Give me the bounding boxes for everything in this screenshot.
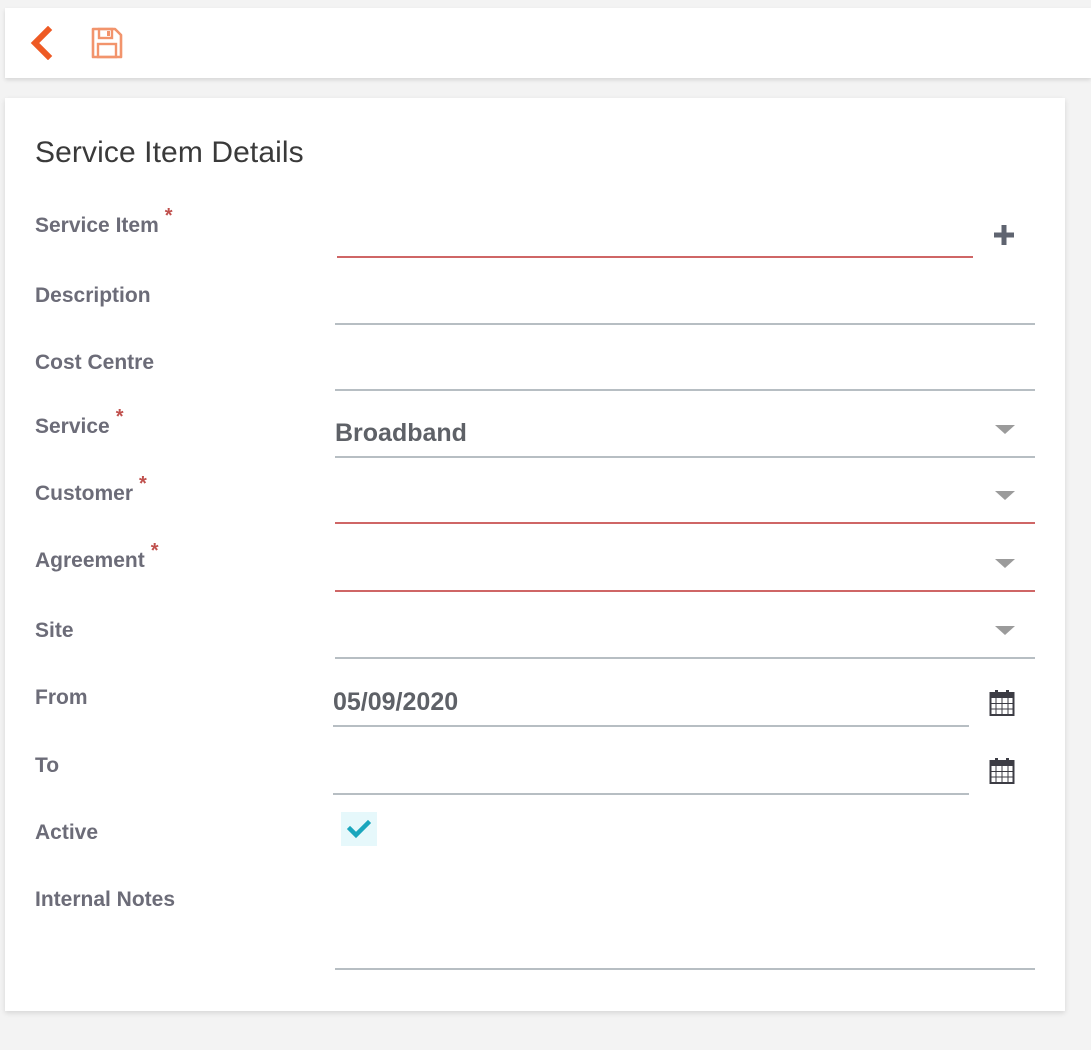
service-selected-value: Broadband — [335, 419, 467, 447]
service-item-label: Service Item * — [35, 205, 173, 237]
customer-select[interactable] — [335, 482, 1035, 524]
from-label: From — [35, 686, 88, 709]
page-title: Service Item Details — [35, 136, 304, 169]
site-select[interactable] — [335, 617, 1035, 659]
service-label: Service * — [35, 406, 124, 438]
agreement-select[interactable] — [335, 550, 1035, 592]
required-marker: * — [139, 473, 147, 495]
from-calendar-button[interactable] — [987, 688, 1017, 718]
customer-label: Customer * — [35, 473, 147, 505]
checkmark-icon — [347, 819, 371, 839]
agreement-label: Agreement * — [35, 540, 159, 572]
service-select[interactable]: Broadband — [335, 416, 1035, 458]
cost-centre-label: Cost Centre — [35, 351, 155, 374]
calendar-icon — [989, 758, 1015, 784]
service-item-details-card: Service Item Details Service Item * Descr… — [5, 98, 1065, 1011]
active-label: Active — [35, 821, 99, 844]
plus-icon — [994, 225, 1014, 245]
service-item-field[interactable] — [337, 216, 973, 258]
required-marker: * — [164, 205, 173, 227]
add-service-item-button[interactable] — [989, 220, 1019, 250]
active-checkbox[interactable] — [341, 812, 377, 846]
from-date-field[interactable]: 05/09/2020 — [333, 685, 969, 727]
chevron-down-icon[interactable] — [995, 559, 1015, 568]
required-marker: * — [115, 406, 124, 428]
chevron-down-icon[interactable] — [995, 425, 1015, 434]
save-button[interactable] — [85, 8, 129, 78]
chevron-left-icon — [30, 26, 53, 60]
floppy-disk-icon — [91, 27, 123, 59]
calendar-icon — [989, 690, 1015, 716]
internal-notes-label: Internal Notes — [35, 888, 176, 911]
required-marker: * — [150, 540, 159, 562]
internal-notes-textarea[interactable] — [335, 888, 1035, 970]
to-date-field[interactable] — [333, 753, 969, 795]
chevron-down-icon[interactable] — [995, 491, 1015, 500]
description-field[interactable] — [335, 283, 1035, 325]
chevron-down-icon[interactable] — [995, 626, 1015, 635]
back-button[interactable] — [23, 8, 59, 78]
site-label: Site — [35, 619, 74, 642]
description-label: Description — [35, 284, 151, 307]
toolbar — [5, 8, 1091, 78]
to-label: To — [35, 754, 60, 777]
to-calendar-button[interactable] — [987, 756, 1017, 786]
cost-centre-field[interactable] — [335, 349, 1035, 391]
